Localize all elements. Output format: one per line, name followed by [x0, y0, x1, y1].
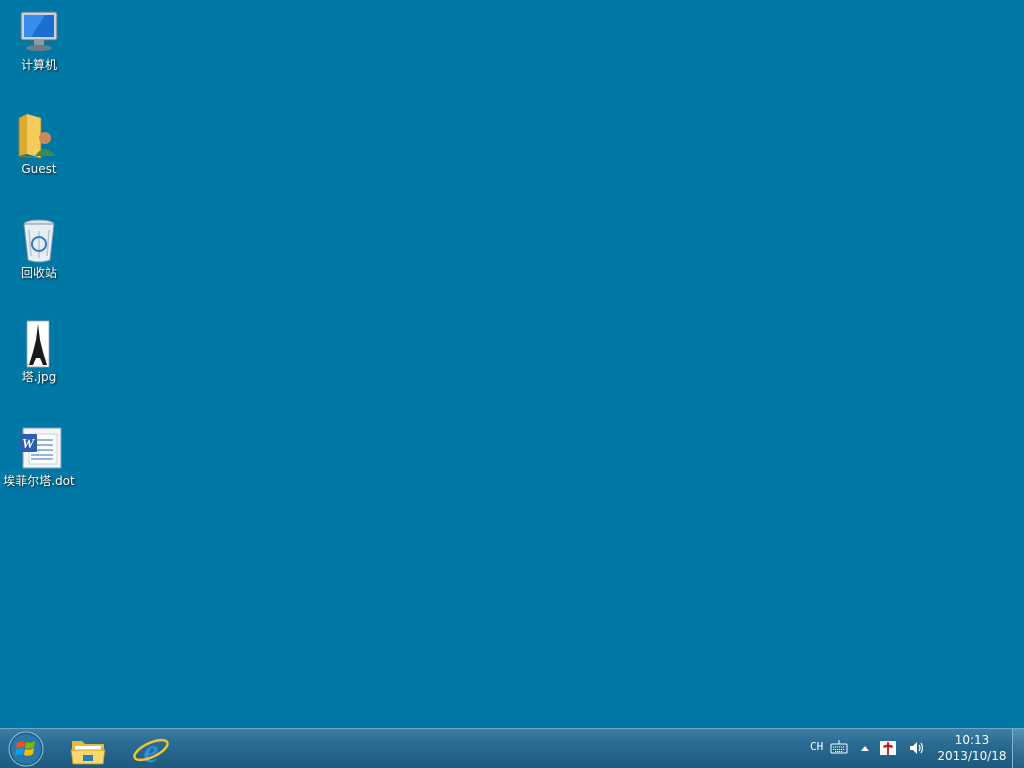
computer-icon	[20, 11, 58, 51]
language-indicator[interactable]: CH	[810, 740, 823, 753]
desktop-icon-guest[interactable]: Guest	[0, 104, 78, 188]
image-file-icon	[26, 320, 50, 368]
start-button[interactable]	[6, 730, 46, 768]
pinned-file-explorer[interactable]	[66, 731, 110, 767]
system-clock[interactable]: 10:13 2013/10/18	[934, 732, 1010, 764]
keyboard-icon[interactable]	[830, 739, 848, 757]
svg-text:e: e	[143, 733, 158, 767]
clock-date: 2013/10/18	[937, 749, 1007, 763]
desktop: 计算机 Guest 回收站 塔.jpg W 埃菲尔塔.dot	[0, 0, 1024, 728]
show-hidden-icons-icon[interactable]	[856, 739, 874, 757]
desktop-icon-label: Guest	[21, 162, 57, 176]
windows-logo-icon	[8, 731, 44, 767]
desktop-icon-label: 埃菲尔塔.dot	[3, 474, 75, 488]
taskbar: e CH 10:13 2013/10/18	[0, 728, 1024, 768]
volume-icon[interactable]	[908, 739, 926, 757]
clock-time: 10:13	[954, 733, 990, 747]
user-folder-icon	[18, 114, 55, 159]
desktop-icon-label: 塔.jpg	[21, 370, 57, 384]
internet-explorer-icon: e	[133, 733, 169, 768]
desktop-icon-label: 计算机	[20, 58, 57, 72]
recycle-bin-icon	[23, 219, 55, 263]
desktop-icon-computer[interactable]: 计算机	[0, 0, 78, 84]
desktop-icon-eiffel-dot[interactable]: W 埃菲尔塔.dot	[0, 416, 78, 500]
desktop-icon-label: 回收站	[20, 266, 57, 280]
file-explorer-icon	[70, 741, 106, 765]
desktop-icon-tower-jpg[interactable]: 塔.jpg	[0, 312, 78, 396]
word-document-icon: W	[19, 427, 62, 469]
action-center-flag-icon[interactable]	[879, 739, 897, 757]
pinned-internet-explorer[interactable]: e	[129, 731, 173, 768]
show-desktop-button[interactable]	[1012, 729, 1024, 768]
svg-text:W: W	[22, 437, 36, 452]
desktop-icon-recycle-bin[interactable]: 回收站	[0, 208, 78, 292]
